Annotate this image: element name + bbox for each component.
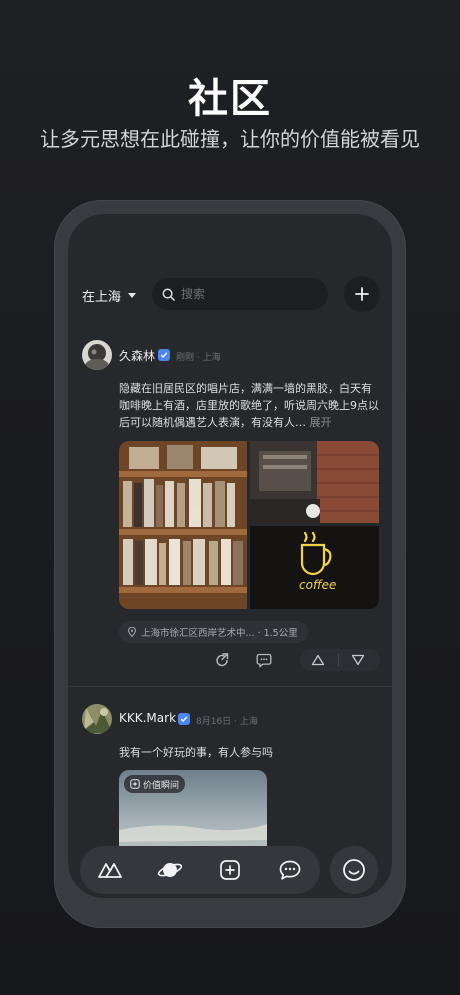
- comment-button[interactable]: [254, 650, 274, 670]
- nav-home[interactable]: [94, 854, 126, 886]
- search-icon: [162, 288, 175, 301]
- triangle-up-icon: [311, 654, 325, 666]
- nav-messages[interactable]: [274, 854, 306, 886]
- badge-label: 价值瞬间: [143, 780, 180, 791]
- add-post-button[interactable]: [344, 276, 380, 312]
- search-bar[interactable]: [152, 278, 328, 310]
- smile-icon: [343, 859, 365, 881]
- app-screen: 在上海 久森林: [68, 214, 392, 898]
- post-body: 我有一个好玩的事，有人参与吗: [119, 746, 273, 759]
- avatar[interactable]: [82, 340, 112, 370]
- search-input[interactable]: [181, 287, 311, 301]
- phone-frame: 在上海 久森林: [54, 200, 406, 928]
- caret-down-icon: [128, 293, 137, 298]
- post-image-grid[interactable]: coffee: [119, 441, 379, 609]
- nav-community[interactable]: [154, 854, 186, 886]
- expand-link[interactable]: 展开: [310, 416, 332, 429]
- chat-bubble-icon: [279, 860, 301, 880]
- bottom-nav: [80, 846, 320, 894]
- post-body: 隐藏在旧居民区的唱片店，满满一墙的黑胶，白天有咖啡晚上有酒，店里放的歌绝了，听说…: [119, 382, 379, 429]
- share-button[interactable]: [212, 650, 232, 670]
- svg-text:coffee: coffee: [299, 578, 336, 592]
- share-icon: [216, 653, 229, 667]
- hero-subtitle: 让多元思想在此碰撞，让你的价值能被看见: [40, 127, 420, 151]
- verified-check-icon: [178, 713, 190, 725]
- plus-square-icon: [220, 860, 240, 880]
- planet-icon: [157, 863, 183, 877]
- verified-check-icon: [158, 349, 170, 361]
- comment-icon: [256, 653, 272, 668]
- post-username[interactable]: KKK.Mark: [119, 711, 176, 725]
- vote-divider: [338, 654, 339, 666]
- post-meta: 刚刚 · 上海: [176, 353, 221, 363]
- location-chip[interactable]: 上海市徐汇区西岸艺术中... · 1.5公里: [119, 621, 308, 643]
- post-divider: [68, 686, 392, 687]
- downvote-button[interactable]: [348, 650, 368, 670]
- triangle-down-icon: [351, 654, 365, 666]
- profile-button[interactable]: [330, 846, 378, 894]
- avatar[interactable]: [82, 704, 112, 734]
- post-username[interactable]: 久森林: [119, 347, 155, 364]
- location-text: 上海市徐汇区西岸艺术中... · 1.5公里: [141, 628, 298, 639]
- sparkle-icon: [130, 779, 140, 789]
- city-selector[interactable]: 在上海: [82, 286, 137, 305]
- plus-icon: [355, 287, 369, 301]
- nav-create[interactable]: [214, 854, 246, 886]
- post-meta: 8月16日 · 上海: [196, 717, 258, 727]
- value-moment-badge: 价值瞬间: [124, 775, 186, 793]
- location-pin-icon: [127, 627, 137, 637]
- city-label: 在上海: [82, 290, 122, 305]
- upvote-button[interactable]: [308, 650, 328, 670]
- mountain-logo-icon: [98, 863, 122, 878]
- hero-title: 社区: [188, 76, 272, 122]
- post-text: 隐藏在旧居民区的唱片店，满满一墙的黑胶，白天有咖啡晚上有酒，店里放的歌绝了，听说…: [119, 380, 381, 431]
